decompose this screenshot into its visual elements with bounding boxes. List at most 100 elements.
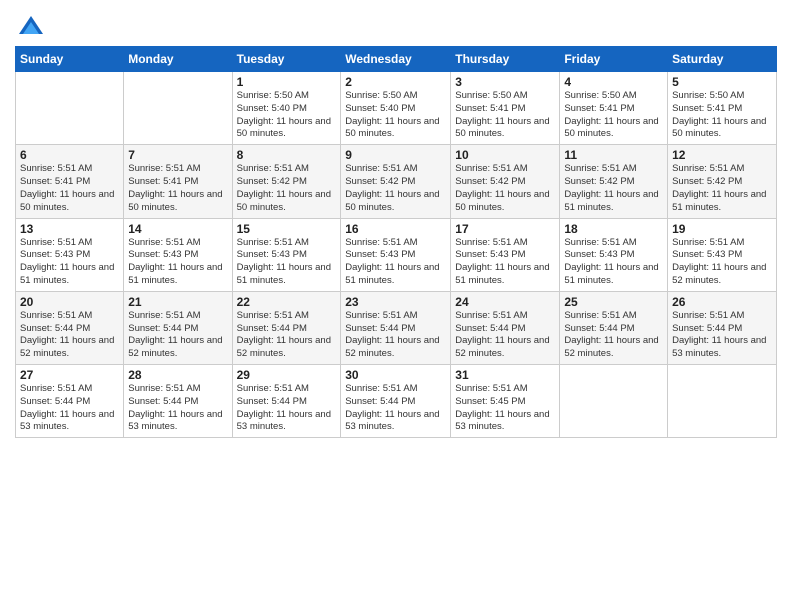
calendar-table: SundayMondayTuesdayWednesdayThursdayFrid…: [15, 46, 777, 438]
day-number: 8: [237, 148, 337, 162]
day-number: 23: [345, 295, 446, 309]
day-number: 29: [237, 368, 337, 382]
logo: [15, 14, 45, 42]
day-info: Sunrise: 5:51 AM Sunset: 5:44 PM Dayligh…: [345, 310, 446, 361]
calendar-header-thursday: Thursday: [451, 47, 560, 72]
day-info: Sunrise: 5:51 AM Sunset: 5:43 PM Dayligh…: [345, 237, 446, 288]
calendar-cell: 3Sunrise: 5:50 AM Sunset: 5:41 PM Daylig…: [451, 72, 560, 145]
calendar-cell: 16Sunrise: 5:51 AM Sunset: 5:43 PM Dayli…: [341, 218, 451, 291]
day-info: Sunrise: 5:51 AM Sunset: 5:44 PM Dayligh…: [237, 383, 337, 434]
calendar-cell: 27Sunrise: 5:51 AM Sunset: 5:44 PM Dayli…: [16, 365, 124, 438]
calendar-cell: 4Sunrise: 5:50 AM Sunset: 5:41 PM Daylig…: [560, 72, 668, 145]
calendar-cell: 31Sunrise: 5:51 AM Sunset: 5:45 PM Dayli…: [451, 365, 560, 438]
day-info: Sunrise: 5:51 AM Sunset: 5:43 PM Dayligh…: [455, 237, 555, 288]
day-info: Sunrise: 5:50 AM Sunset: 5:41 PM Dayligh…: [672, 90, 772, 141]
day-number: 22: [237, 295, 337, 309]
day-number: 20: [20, 295, 119, 309]
calendar-cell: 13Sunrise: 5:51 AM Sunset: 5:43 PM Dayli…: [16, 218, 124, 291]
day-number: 15: [237, 222, 337, 236]
day-info: Sunrise: 5:50 AM Sunset: 5:40 PM Dayligh…: [237, 90, 337, 141]
logo-icon: [17, 14, 45, 42]
day-number: 7: [128, 148, 227, 162]
day-number: 12: [672, 148, 772, 162]
calendar-cell: [560, 365, 668, 438]
day-info: Sunrise: 5:51 AM Sunset: 5:43 PM Dayligh…: [564, 237, 663, 288]
day-info: Sunrise: 5:51 AM Sunset: 5:44 PM Dayligh…: [672, 310, 772, 361]
day-info: Sunrise: 5:51 AM Sunset: 5:44 PM Dayligh…: [564, 310, 663, 361]
day-number: 18: [564, 222, 663, 236]
day-info: Sunrise: 5:50 AM Sunset: 5:41 PM Dayligh…: [455, 90, 555, 141]
day-number: 14: [128, 222, 227, 236]
calendar-week-row: 20Sunrise: 5:51 AM Sunset: 5:44 PM Dayli…: [16, 291, 777, 364]
day-info: Sunrise: 5:51 AM Sunset: 5:44 PM Dayligh…: [345, 383, 446, 434]
day-number: 21: [128, 295, 227, 309]
calendar-cell: 29Sunrise: 5:51 AM Sunset: 5:44 PM Dayli…: [232, 365, 341, 438]
day-info: Sunrise: 5:51 AM Sunset: 5:42 PM Dayligh…: [564, 163, 663, 214]
calendar-header-friday: Friday: [560, 47, 668, 72]
calendar-cell: 26Sunrise: 5:51 AM Sunset: 5:44 PM Dayli…: [668, 291, 777, 364]
day-info: Sunrise: 5:51 AM Sunset: 5:42 PM Dayligh…: [672, 163, 772, 214]
calendar-header-monday: Monday: [124, 47, 232, 72]
day-info: Sunrise: 5:51 AM Sunset: 5:44 PM Dayligh…: [128, 310, 227, 361]
day-number: 19: [672, 222, 772, 236]
day-number: 9: [345, 148, 446, 162]
calendar-cell: 12Sunrise: 5:51 AM Sunset: 5:42 PM Dayli…: [668, 145, 777, 218]
calendar-cell: 25Sunrise: 5:51 AM Sunset: 5:44 PM Dayli…: [560, 291, 668, 364]
day-number: 5: [672, 75, 772, 89]
day-number: 2: [345, 75, 446, 89]
calendar-header-tuesday: Tuesday: [232, 47, 341, 72]
day-info: Sunrise: 5:51 AM Sunset: 5:44 PM Dayligh…: [128, 383, 227, 434]
day-info: Sunrise: 5:51 AM Sunset: 5:44 PM Dayligh…: [455, 310, 555, 361]
day-number: 11: [564, 148, 663, 162]
day-info: Sunrise: 5:51 AM Sunset: 5:44 PM Dayligh…: [20, 310, 119, 361]
calendar-cell: 19Sunrise: 5:51 AM Sunset: 5:43 PM Dayli…: [668, 218, 777, 291]
day-info: Sunrise: 5:51 AM Sunset: 5:44 PM Dayligh…: [237, 310, 337, 361]
calendar-cell: 18Sunrise: 5:51 AM Sunset: 5:43 PM Dayli…: [560, 218, 668, 291]
calendar-cell: 11Sunrise: 5:51 AM Sunset: 5:42 PM Dayli…: [560, 145, 668, 218]
calendar-cell: 5Sunrise: 5:50 AM Sunset: 5:41 PM Daylig…: [668, 72, 777, 145]
day-info: Sunrise: 5:51 AM Sunset: 5:44 PM Dayligh…: [20, 383, 119, 434]
calendar-header-saturday: Saturday: [668, 47, 777, 72]
day-number: 30: [345, 368, 446, 382]
calendar-cell: 10Sunrise: 5:51 AM Sunset: 5:42 PM Dayli…: [451, 145, 560, 218]
day-info: Sunrise: 5:51 AM Sunset: 5:45 PM Dayligh…: [455, 383, 555, 434]
calendar-cell: 8Sunrise: 5:51 AM Sunset: 5:42 PM Daylig…: [232, 145, 341, 218]
day-number: 16: [345, 222, 446, 236]
day-info: Sunrise: 5:51 AM Sunset: 5:43 PM Dayligh…: [128, 237, 227, 288]
calendar-cell: [16, 72, 124, 145]
calendar-header-row: SundayMondayTuesdayWednesdayThursdayFrid…: [16, 47, 777, 72]
day-number: 26: [672, 295, 772, 309]
calendar-cell: 15Sunrise: 5:51 AM Sunset: 5:43 PM Dayli…: [232, 218, 341, 291]
calendar-cell: 23Sunrise: 5:51 AM Sunset: 5:44 PM Dayli…: [341, 291, 451, 364]
calendar-cell: 28Sunrise: 5:51 AM Sunset: 5:44 PM Dayli…: [124, 365, 232, 438]
day-number: 27: [20, 368, 119, 382]
day-number: 4: [564, 75, 663, 89]
day-info: Sunrise: 5:51 AM Sunset: 5:42 PM Dayligh…: [455, 163, 555, 214]
day-info: Sunrise: 5:50 AM Sunset: 5:40 PM Dayligh…: [345, 90, 446, 141]
calendar-cell: 1Sunrise: 5:50 AM Sunset: 5:40 PM Daylig…: [232, 72, 341, 145]
day-number: 1: [237, 75, 337, 89]
calendar-header-wednesday: Wednesday: [341, 47, 451, 72]
day-number: 25: [564, 295, 663, 309]
calendar-cell: 2Sunrise: 5:50 AM Sunset: 5:40 PM Daylig…: [341, 72, 451, 145]
calendar-cell: 20Sunrise: 5:51 AM Sunset: 5:44 PM Dayli…: [16, 291, 124, 364]
day-number: 13: [20, 222, 119, 236]
day-number: 3: [455, 75, 555, 89]
day-info: Sunrise: 5:51 AM Sunset: 5:41 PM Dayligh…: [20, 163, 119, 214]
calendar-cell: 21Sunrise: 5:51 AM Sunset: 5:44 PM Dayli…: [124, 291, 232, 364]
calendar-cell: 30Sunrise: 5:51 AM Sunset: 5:44 PM Dayli…: [341, 365, 451, 438]
calendar-header-sunday: Sunday: [16, 47, 124, 72]
calendar-cell: [668, 365, 777, 438]
day-info: Sunrise: 5:51 AM Sunset: 5:42 PM Dayligh…: [237, 163, 337, 214]
calendar-cell: 9Sunrise: 5:51 AM Sunset: 5:42 PM Daylig…: [341, 145, 451, 218]
calendar-cell: [124, 72, 232, 145]
day-info: Sunrise: 5:51 AM Sunset: 5:42 PM Dayligh…: [345, 163, 446, 214]
calendar-week-row: 6Sunrise: 5:51 AM Sunset: 5:41 PM Daylig…: [16, 145, 777, 218]
day-info: Sunrise: 5:51 AM Sunset: 5:43 PM Dayligh…: [672, 237, 772, 288]
calendar-week-row: 27Sunrise: 5:51 AM Sunset: 5:44 PM Dayli…: [16, 365, 777, 438]
day-number: 31: [455, 368, 555, 382]
day-number: 10: [455, 148, 555, 162]
calendar-cell: 6Sunrise: 5:51 AM Sunset: 5:41 PM Daylig…: [16, 145, 124, 218]
day-number: 17: [455, 222, 555, 236]
day-info: Sunrise: 5:51 AM Sunset: 5:41 PM Dayligh…: [128, 163, 227, 214]
